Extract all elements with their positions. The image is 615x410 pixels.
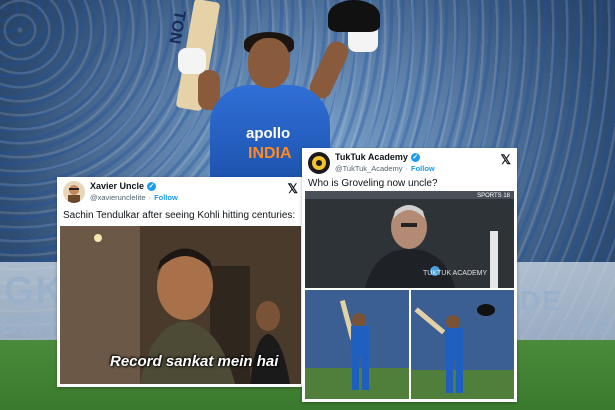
- tweet-card-xavier-uncle[interactable]: Xavier Uncle ✓ @xavieruncleIite · Follow 𝕏…: [57, 177, 304, 387]
- user-handle[interactable]: @xavieruncleIite: [90, 193, 146, 202]
- account-names: TukTuk Academy ✓ @TukTuk_Academy · Follow: [335, 152, 435, 174]
- board-text-left-2: DMT: [0, 310, 63, 340]
- board-text-left: GK: [4, 270, 65, 312]
- helmet: [328, 0, 380, 32]
- display-name-row: Xavier Uncle ✓: [90, 181, 178, 192]
- user-handle[interactable]: @TukTuk_Academy: [335, 164, 403, 173]
- tweet-image-bottom-left[interactable]: [305, 290, 409, 399]
- tweet-text: Who is Groveling now uncle?: [308, 178, 438, 189]
- batsman-celebration-scene: [305, 290, 409, 399]
- verified-badge-icon: ✓: [147, 182, 157, 191]
- left-glove: [178, 48, 206, 74]
- meme-caption: Record sankat mein hai: [110, 353, 279, 370]
- batsman-raised-bat-scene: [411, 290, 514, 399]
- verified-badge-icon: ✓: [410, 153, 420, 162]
- watermark: TUKTUK ACADEMY: [423, 270, 488, 277]
- follow-button[interactable]: Follow: [154, 193, 178, 202]
- broadcaster-logo: SPORTS 18: [477, 193, 510, 199]
- tweet-image-top[interactable]: SPORTS 18 TUKTUK ACADEMY: [305, 191, 514, 288]
- handle-row: @TukTuk_Academy · Follow: [335, 164, 435, 173]
- x-logo-icon[interactable]: 𝕏: [501, 152, 511, 168]
- avatar[interactable]: [63, 181, 85, 203]
- board-text-right: DE: [520, 285, 563, 316]
- tweet-header: TukTuk Academy ✓ @TukTuk_Academy · Follow: [308, 152, 435, 174]
- jersey-sponsor: apollo: [246, 125, 291, 142]
- tweet-image-bottom-right[interactable]: [411, 290, 514, 399]
- tweet-text: Sachin Tendulkar after seeing Kohli hitt…: [63, 210, 296, 221]
- jersey-country: INDIA: [248, 145, 292, 162]
- tweet-image-meme[interactable]: Record sankat mein hai: [60, 226, 301, 384]
- display-name[interactable]: Xavier Uncle: [90, 181, 144, 192]
- x-logo-icon[interactable]: 𝕏: [288, 181, 298, 197]
- tweet-header: Xavier Uncle ✓ @xavieruncleIite · Follow: [63, 181, 178, 203]
- avatar-image: [63, 181, 85, 203]
- tweet-card-tuktuk-academy[interactable]: TukTuk Academy ✓ @TukTuk_Academy · Follow …: [302, 148, 517, 402]
- follow-button[interactable]: Follow: [411, 164, 435, 173]
- avatar-image: [308, 152, 330, 174]
- avatar[interactable]: [308, 152, 330, 174]
- handle-row: @xavieruncleIite · Follow: [90, 193, 178, 202]
- board-text-right-2: GAS: [560, 315, 614, 340]
- display-name[interactable]: TukTuk Academy: [335, 152, 408, 163]
- face: [248, 38, 290, 88]
- account-names: Xavier Uncle ✓ @xavieruncleIite · Follow: [90, 181, 178, 203]
- display-name-row: TukTuk Academy ✓: [335, 152, 435, 163]
